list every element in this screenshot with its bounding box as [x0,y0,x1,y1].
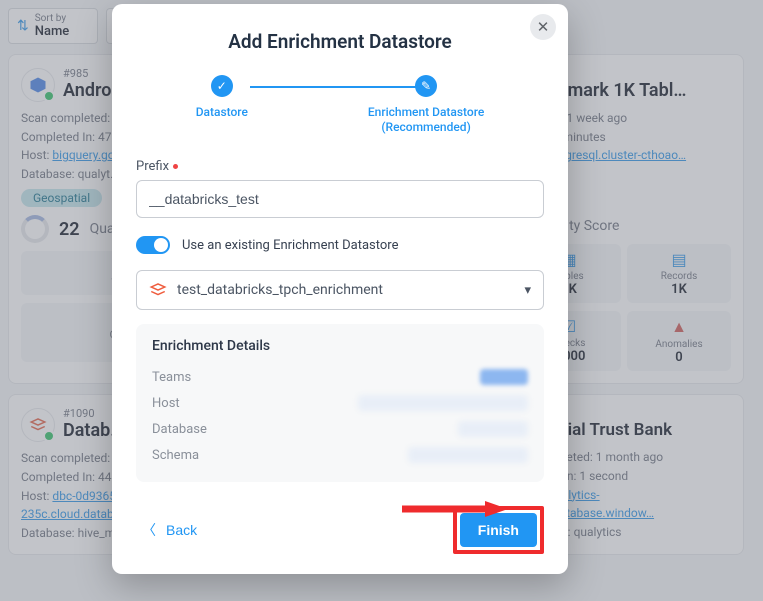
step-datastore[interactable]: ✓ Datastore [196,75,248,135]
redacted-value [358,395,528,411]
detail-schema-label: Schema [152,448,199,463]
prefix-input[interactable] [136,180,544,218]
step-enrichment[interactable]: ✎ Enrichment Datastore (Recommended) [368,75,484,135]
stepper: ✓ Datastore ✎ Enrichment Datastore (Reco… [136,75,544,135]
required-indicator [173,164,178,169]
add-enrichment-modal: ✕ Add Enrichment Datastore ✓ Datastore ✎… [112,4,568,574]
chevron-left-icon: 〈 [142,520,156,540]
detail-db-label: Database [152,422,207,437]
databricks-icon [149,281,167,299]
enrichment-details: Enrichment Details Teams Host Database S… [136,324,544,482]
toggle-label: Use an existing Enrichment Datastore [182,238,398,253]
modal-title: Add Enrichment Datastore [136,30,544,53]
pencil-icon: ✎ [421,79,431,93]
redacted-value [408,447,528,463]
enrichment-datastore-select[interactable]: test_databricks_tpch_enrichment ▾ [136,270,544,310]
detail-host-label: Host [152,396,180,411]
finish-button[interactable]: Finish [460,513,537,547]
prefix-label: Prefix [136,159,544,174]
redacted-value [458,421,528,437]
back-button[interactable]: 〈 Back [136,512,203,548]
highlight-box: Finish [453,506,544,554]
detail-teams-label: Teams [152,370,191,385]
details-title: Enrichment Details [152,338,528,354]
check-icon: ✓ [217,79,227,93]
chevron-down-icon: ▾ [524,283,531,298]
use-existing-toggle[interactable] [136,236,170,254]
dropdown-value: test_databricks_tpch_enrichment [177,282,383,298]
close-button[interactable]: ✕ [530,14,556,40]
redacted-value [480,369,528,385]
close-icon: ✕ [537,18,550,36]
